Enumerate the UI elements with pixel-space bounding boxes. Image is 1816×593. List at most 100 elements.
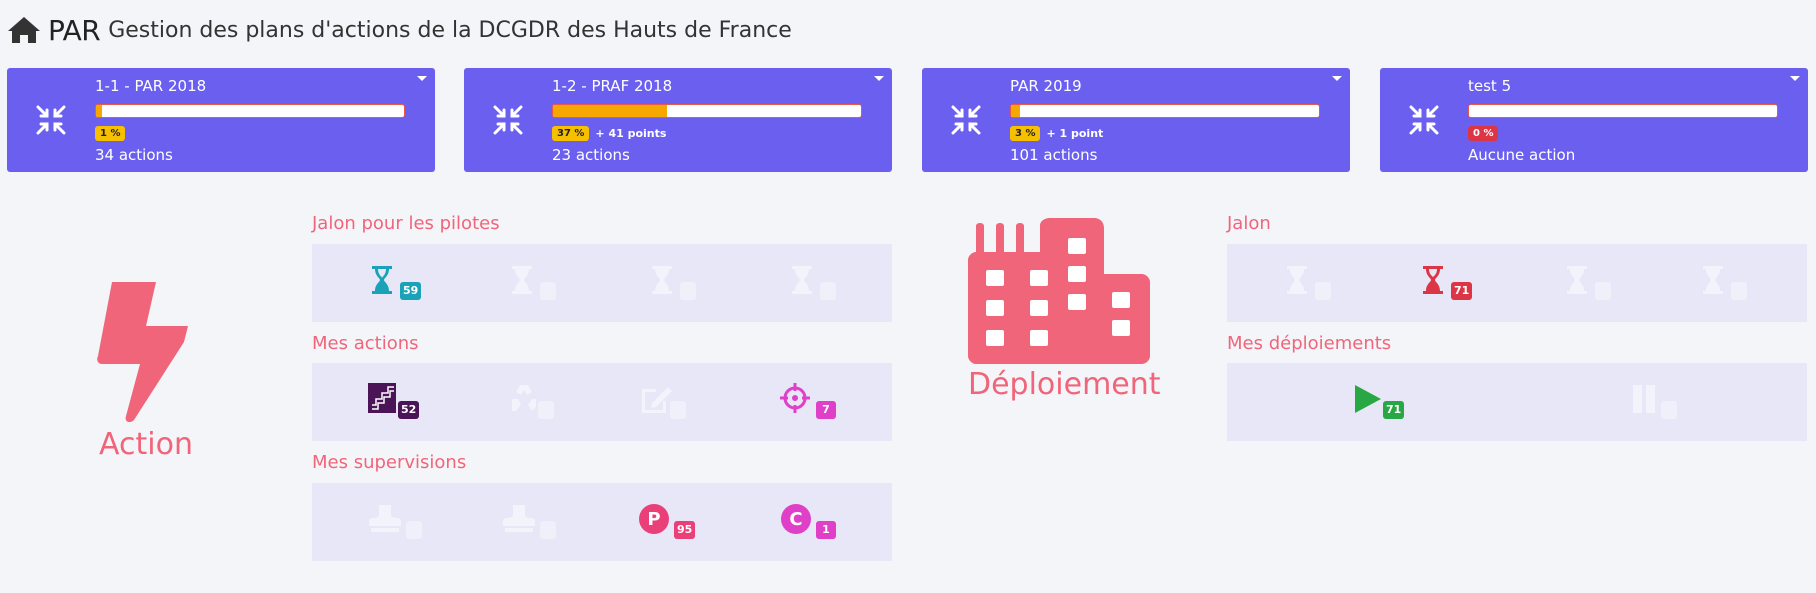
section-title-jalon-pilotes: Jalon pour les pilotes xyxy=(312,213,500,234)
count-badge xyxy=(670,401,686,419)
plan-progress-bar xyxy=(1010,104,1320,118)
stamp-icon xyxy=(369,505,401,532)
compress-icon[interactable] xyxy=(492,104,524,136)
plan-progress-bar xyxy=(552,104,862,118)
hourglass-icon xyxy=(652,266,672,294)
plan-percent-badge: 3 % xyxy=(1010,126,1041,141)
page-subtitle: Gestion des plans d'actions de la DCGDR … xyxy=(108,17,792,43)
jalon-item[interactable]: 71 xyxy=(1421,262,1481,304)
count-badge xyxy=(820,282,836,300)
mes-action-item[interactable]: 52 xyxy=(368,381,428,423)
plan-name: 1-2 - PRAF 2018 xyxy=(552,77,673,95)
mes-supervisions-panel: P 95 C 1 xyxy=(312,483,892,561)
mes-action-item[interactable] xyxy=(508,381,568,423)
count-badge xyxy=(1315,282,1331,300)
hourglass-icon xyxy=(792,266,812,294)
count-badge: 52 xyxy=(398,401,420,419)
count-badge xyxy=(540,282,556,300)
jalon-pilotes-panel: 59 xyxy=(312,244,892,322)
jalon-item[interactable] xyxy=(1701,262,1761,304)
count-badge: 71 xyxy=(1383,401,1405,419)
plan-name: test 5 xyxy=(1468,77,1512,95)
pause-icon xyxy=(1633,385,1655,413)
plan-actions-count: Aucune action xyxy=(1468,146,1576,164)
count-badge xyxy=(1661,401,1677,419)
jalon-pilote-item[interactable] xyxy=(790,262,850,304)
jalon-pilote-item[interactable]: 59 xyxy=(370,262,430,304)
jalon-panel: 71 xyxy=(1227,244,1807,322)
plan-card[interactable]: 1-2 - PRAF 2018 37 % + 41 points 23 actio… xyxy=(464,68,892,172)
dropdown-caret-icon[interactable] xyxy=(417,76,427,81)
plan-points: + 41 points xyxy=(595,127,667,140)
section-title-mes-deploiements: Mes déploiements xyxy=(1227,333,1392,354)
count-badge xyxy=(680,282,696,300)
count-badge xyxy=(1595,282,1611,300)
count-badge: 71 xyxy=(1451,282,1473,300)
c-circle-icon: C xyxy=(781,504,811,534)
deploiement-label[interactable]: Déploiement xyxy=(968,367,1161,402)
count-badge: 1 xyxy=(816,521,836,539)
play-icon xyxy=(1355,385,1381,413)
supervision-item[interactable]: C 1 xyxy=(780,501,840,543)
mes-action-item[interactable] xyxy=(640,381,700,423)
count-badge: 7 xyxy=(816,401,836,419)
compress-icon[interactable] xyxy=(35,104,67,136)
count-badge xyxy=(406,521,422,539)
section-title-jalon: Jalon xyxy=(1227,213,1271,234)
plan-points: + 1 point xyxy=(1046,127,1104,140)
dropdown-caret-icon[interactable] xyxy=(1332,76,1342,81)
action-label[interactable]: Action xyxy=(99,427,193,462)
count-badge xyxy=(1731,282,1747,300)
svg-text:P: P xyxy=(647,509,660,530)
svg-text:C: C xyxy=(789,509,802,530)
supervision-item[interactable] xyxy=(368,501,428,543)
plan-progress-fill xyxy=(553,105,667,117)
crosshairs-icon xyxy=(780,383,810,413)
hourglass-icon xyxy=(1287,266,1307,294)
hourglass-icon xyxy=(1423,266,1443,294)
jalon-item[interactable] xyxy=(1285,262,1345,304)
hourglass-icon xyxy=(1567,266,1587,294)
jalon-pilote-item[interactable] xyxy=(650,262,710,304)
plan-card[interactable]: PAR 2019 3 % + 1 point 101 actions xyxy=(922,68,1350,172)
plan-card[interactable]: 1-1 - PAR 2018 1 % 34 actions xyxy=(7,68,435,172)
mes-action-item[interactable]: 7 xyxy=(780,381,840,423)
jalon-item[interactable] xyxy=(1565,262,1625,304)
count-badge: 59 xyxy=(400,282,422,300)
hourglass-icon xyxy=(1703,266,1723,294)
mes-deploiements-panel: 71 xyxy=(1227,363,1807,441)
dropdown-caret-icon[interactable] xyxy=(874,76,884,81)
plan-percent-badge: 1 % xyxy=(95,126,126,141)
supervision-item[interactable] xyxy=(502,501,562,543)
plan-progress-bar xyxy=(1468,104,1778,118)
count-badge xyxy=(540,521,556,539)
home-icon[interactable] xyxy=(6,15,42,45)
plan-actions-count: 34 actions xyxy=(95,146,173,164)
p-circle-icon: P xyxy=(639,504,669,534)
mes-actions-panel: 52 7 xyxy=(312,363,892,441)
section-title-mes-supervisions: Mes supervisions xyxy=(312,452,467,473)
plan-percent-badge: 37 % xyxy=(552,126,590,141)
deploiement-item[interactable]: 71 xyxy=(1353,381,1413,423)
building-icon[interactable] xyxy=(968,218,1150,364)
page-header: PAR Gestion des plans d'actions de la DC… xyxy=(6,12,792,48)
stairs-icon xyxy=(368,383,396,413)
plan-card[interactable]: test 5 0 % Aucune action xyxy=(1380,68,1808,172)
compress-icon[interactable] xyxy=(1408,104,1440,136)
plan-name: PAR 2019 xyxy=(1010,77,1082,95)
dropdown-caret-icon[interactable] xyxy=(1790,76,1800,81)
count-badge xyxy=(538,401,554,419)
plan-name: 1-1 - PAR 2018 xyxy=(95,77,207,95)
edit-icon xyxy=(642,387,672,413)
section-title-mes-actions: Mes actions xyxy=(312,333,419,354)
plan-progress-bar xyxy=(95,104,405,118)
compress-icon[interactable] xyxy=(950,104,982,136)
plan-percent-badge: 0 % xyxy=(1468,126,1499,141)
count-badge: 95 xyxy=(674,521,696,539)
bolt-icon[interactable] xyxy=(96,280,192,422)
app-name[interactable]: PAR xyxy=(48,14,101,47)
jalon-pilote-item[interactable] xyxy=(510,262,570,304)
deploiement-item[interactable] xyxy=(1631,381,1691,423)
hourglass-icon xyxy=(372,266,392,294)
supervision-item[interactable]: P 95 xyxy=(638,501,698,543)
